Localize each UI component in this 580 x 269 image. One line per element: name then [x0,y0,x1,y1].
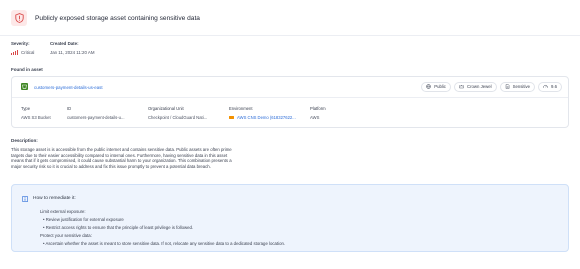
environment-link[interactable]: AWS CNS Demo (618327622... [237,115,296,120]
severity-bars-icon [11,50,18,55]
info-icon [22,196,28,202]
list-item: • Ascertain whether the asset is meant t… [43,240,286,246]
tag-crown-jewel[interactable]: Crown Jewel [453,81,497,92]
asset-name-link[interactable]: customers-payment-details-us-east [34,85,103,90]
header-divider [0,35,580,36]
document-icon [505,84,510,89]
created-date-value: Jan 11, 2024 11:20 AM [50,50,95,55]
org-unit-value: Checkpoint / CloudGuard Nati... [148,115,208,120]
s3-bucket-icon [21,83,28,90]
protect-data-heading: Protect your sensitive data: [40,232,92,238]
tag-sensitive[interactable]: Sensitive [499,81,536,92]
environment-label: Environment [229,106,253,111]
limit-exposure-heading: Limit external exposure: [40,209,86,214]
asset-card-header: customers-payment-details-us-east Public… [12,77,568,98]
tag-risk-score[interactable]: 9.6 [538,81,562,92]
id-value: customers-payment-details-u... [67,115,125,120]
aws-icon [229,116,234,119]
found-in-asset-label: Found in asset [11,67,43,72]
remediation-title: How to remediate it: [33,196,76,201]
created-date-label: Created Date: [50,41,79,46]
severity-text: Critical [20,50,35,55]
asset-tags: Public Crown Jewel Sensitive 9.6 [421,81,562,92]
asset-card: customers-payment-details-us-east Public… [11,76,569,128]
shield-alert-icon [11,10,27,26]
severity-value: Critical [11,50,34,55]
list-item: • Restrict access rights to ensure that … [43,224,194,230]
environment-value: AWS CNS Demo (618327622... [229,115,309,120]
tag-public[interactable]: Public [421,81,451,92]
description-label: Description: [11,138,38,143]
globe-icon [426,84,431,89]
page-header: Publicly exposed storage asset containin… [11,10,200,26]
remediation-panel: How to remediate it: Limit external expo… [11,184,569,252]
gauge-icon [543,84,548,89]
crown-icon [459,84,464,89]
platform-label: Platform [310,106,326,111]
page-title: Publicly exposed storage asset containin… [35,14,200,22]
org-unit-label: Organizational Unit [148,106,184,111]
platform-value: AWS [310,115,320,120]
type-value: AWS S3 Bucket [21,115,51,120]
description-text: This storage asset is is accessible from… [11,147,232,169]
severity-label: Severity: [11,41,30,46]
remediation-body: Limit external exposure: • Review justif… [40,208,285,248]
id-label: ID [67,106,72,111]
list-item: • Review justification for external expo… [43,216,124,222]
type-label: Type [21,106,31,111]
